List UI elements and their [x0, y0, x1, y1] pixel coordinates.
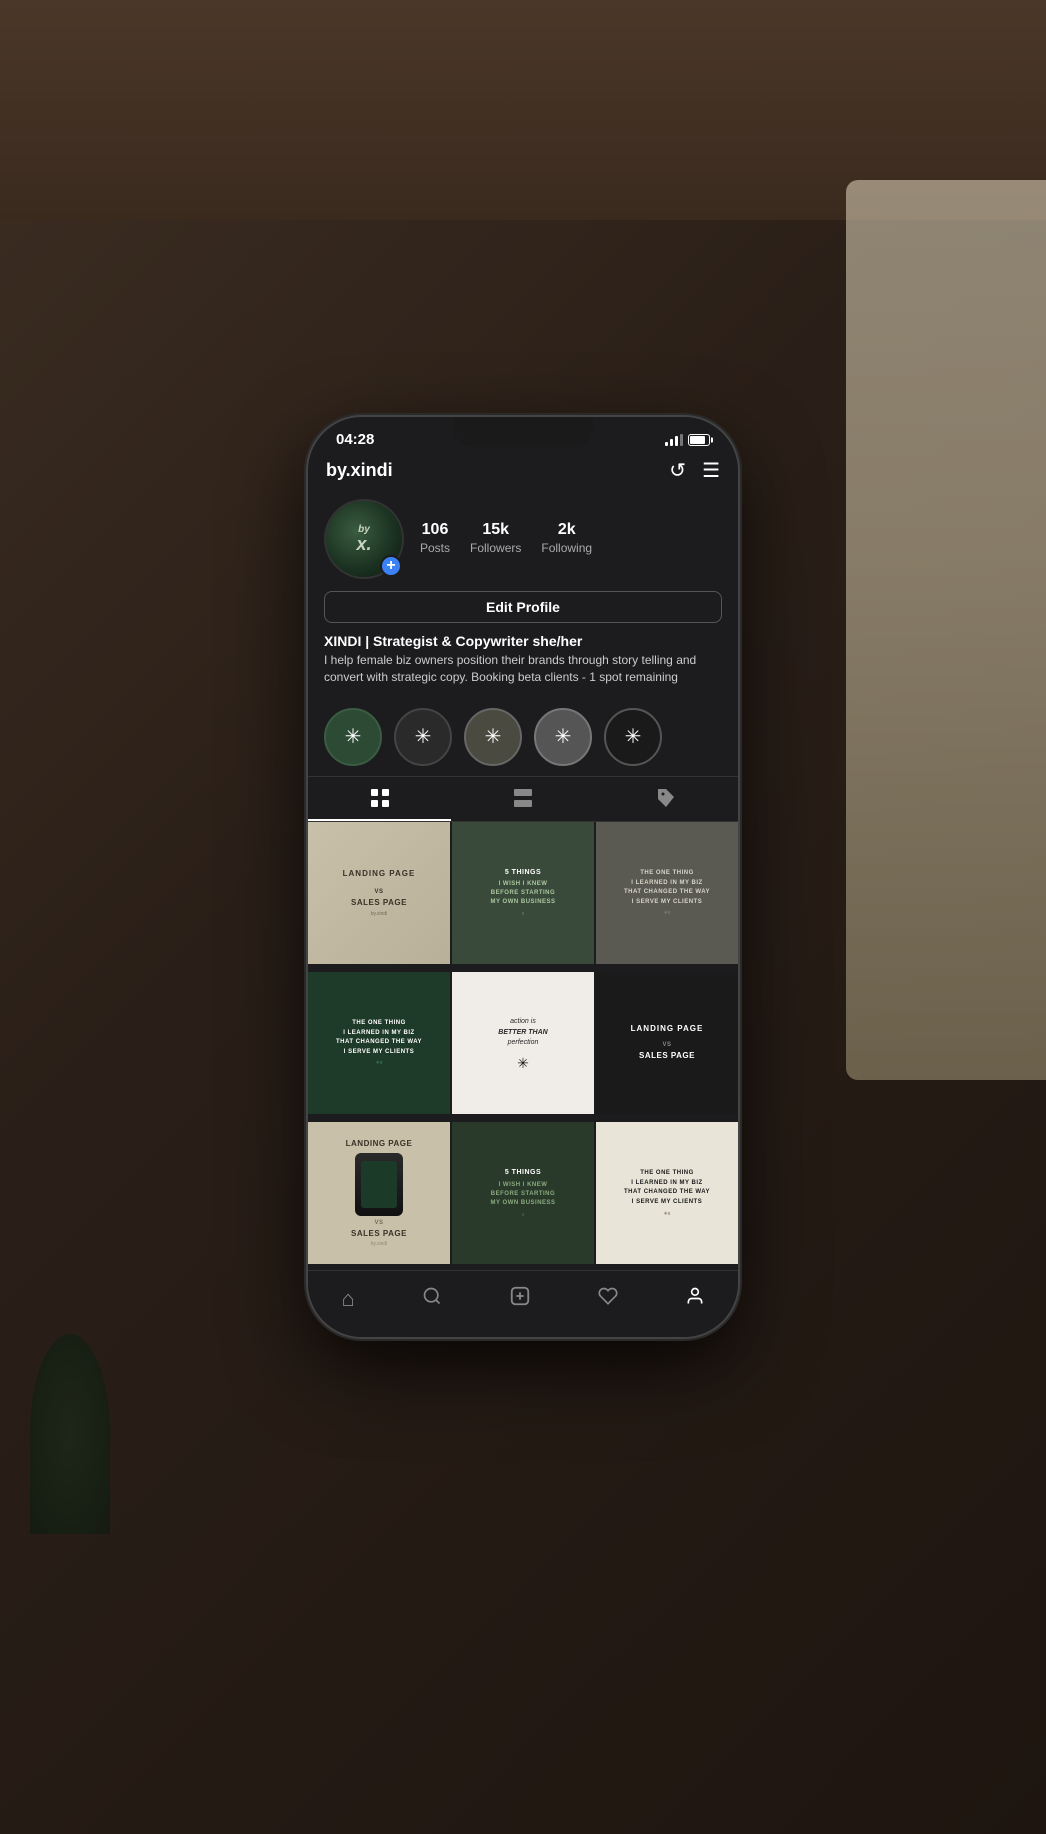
profile-username: by.xindi: [326, 460, 393, 481]
highlight-icon-2: ✳: [415, 724, 432, 749]
edit-profile-button[interactable]: Edit Profile: [324, 591, 722, 623]
avatar-wrapper: by x. +: [324, 499, 404, 579]
post-item-6[interactable]: LANDING PAGE vs SALES PAGE: [596, 972, 738, 1114]
post-item-4[interactable]: THE ONE THING I LEARNED IN MY BIZ THAT C…: [308, 972, 450, 1114]
tab-grid[interactable]: [308, 777, 451, 821]
signal-icon: [665, 434, 683, 446]
highlight-item-5[interactable]: ✳: [604, 708, 662, 766]
post-item-5[interactable]: action is BETTER THAN perfection ✳: [452, 972, 594, 1114]
highlight-item-4[interactable]: ✳: [534, 708, 592, 766]
profile-section: by x. + 106 Posts 15k Follo: [308, 491, 738, 698]
status-icons: [665, 434, 710, 446]
highlight-circle-3[interactable]: ✳: [464, 708, 522, 766]
post-item-8[interactable]: 5 THINGS I WISH I KNEW BEFORE STARTING M…: [452, 1122, 594, 1264]
highlights-row: ✳ ✳ ✳ ✳: [308, 698, 738, 776]
post-item-3[interactable]: THE ONE THING I LEARNED IN MY BIZ THAT C…: [596, 822, 738, 964]
refresh-icon[interactable]: ↺: [669, 458, 686, 483]
stats-row: 106 Posts 15k Followers 2k Following: [420, 521, 592, 557]
post-item-2[interactable]: 5 THINGS I WISH I KNEW BEFORE STARTING M…: [452, 822, 594, 964]
posts-stat: 106 Posts: [420, 521, 450, 557]
followers-label: Followers: [470, 541, 521, 555]
phone-screen: 04:28 by.xindi ↺: [308, 417, 738, 1337]
nav-home[interactable]: ⌂: [325, 1282, 370, 1316]
post-item-1[interactable]: LANDING PAGE vs SALES PAGE by.xindi: [308, 822, 450, 964]
following-label: Following: [541, 541, 592, 555]
posts-count: 106: [420, 521, 450, 539]
posts-grid: LANDING PAGE vs SALES PAGE by.xindi: [308, 822, 738, 1270]
highlight-item-2[interactable]: ✳: [394, 708, 452, 766]
bottom-nav: ⌂: [308, 1270, 738, 1337]
nav-heart[interactable]: [582, 1282, 634, 1316]
highlight-circle-2[interactable]: ✳: [394, 708, 452, 766]
post-item-9[interactable]: THE ONE THING I LEARNED IN MY BIZ THAT C…: [596, 1122, 738, 1264]
status-time: 04:28: [336, 431, 374, 448]
highlight-icon-4: ✳: [555, 724, 572, 749]
post-item-7[interactable]: LANDING PAGE vs SALES PAGE by.xindi: [308, 1122, 450, 1264]
header-actions: ↺ ☰: [669, 458, 720, 483]
highlight-circle-1[interactable]: ✳: [324, 708, 382, 766]
following-stat[interactable]: 2k Following: [541, 521, 592, 557]
bio-text: I help female biz owners position their …: [324, 652, 722, 686]
highlight-item-1[interactable]: ✳: [324, 708, 382, 766]
add-story-button[interactable]: +: [380, 555, 402, 577]
phone-body: 04:28 by.xindi ↺: [308, 417, 738, 1337]
highlight-circle-4[interactable]: ✳: [534, 708, 592, 766]
profile-row: by x. + 106 Posts 15k Follo: [324, 499, 722, 579]
top-nav: by.xindi ↺ ☰: [308, 452, 738, 491]
avatar-logo: by x.: [356, 525, 371, 553]
highlight-circle-5[interactable]: ✳: [604, 708, 662, 766]
highlight-icon-3: ✳: [485, 724, 502, 749]
tab-tagged[interactable]: [595, 777, 738, 821]
nav-search[interactable]: [406, 1282, 458, 1316]
bio-name: XINDI | Strategist & Copywriter she/her: [324, 633, 722, 649]
followers-stat[interactable]: 15k Followers: [470, 521, 521, 557]
content-tabs: [308, 776, 738, 822]
highlight-icon-5: ✳: [625, 724, 642, 749]
highlight-icon-1: ✳: [345, 724, 362, 749]
tab-list[interactable]: [451, 777, 594, 821]
phone-notch: [453, 417, 593, 447]
nav-add[interactable]: [493, 1281, 547, 1317]
menu-icon[interactable]: ☰: [702, 458, 720, 483]
highlight-item-3[interactable]: ✳: [464, 708, 522, 766]
battery-icon: [688, 434, 710, 446]
nav-profile[interactable]: [669, 1282, 721, 1316]
phone-frame: 04:28 by.xindi ↺: [308, 417, 738, 1337]
posts-label: Posts: [420, 541, 450, 555]
following-count: 2k: [541, 521, 592, 539]
followers-count: 15k: [470, 521, 521, 539]
